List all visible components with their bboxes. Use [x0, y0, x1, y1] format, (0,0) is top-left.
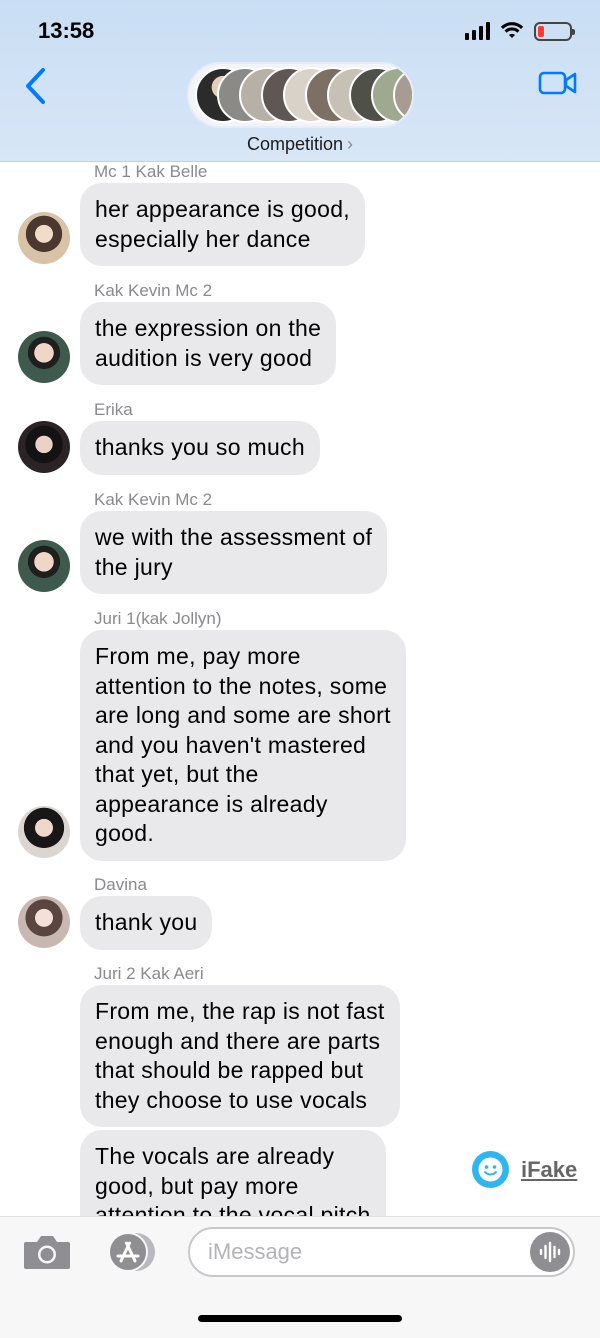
message-bubble[interactable]: From me, the rap is not fast enough and … [80, 985, 400, 1127]
group-name: Competition [246, 134, 344, 154]
avatar[interactable] [18, 806, 70, 858]
message-bubble[interactable]: we with the assessment of the jury [80, 511, 388, 594]
app-store-icon [108, 1232, 155, 1272]
ifake-logo-icon [472, 1151, 509, 1188]
chevron-left-icon [26, 68, 45, 104]
message-sender: Erika [94, 400, 133, 419]
app-store-button[interactable] [104, 1231, 158, 1273]
chevron-right-icon: › [347, 134, 354, 154]
message-sender: Kak Kevin Mc 2 [94, 281, 213, 300]
waveform-icon [539, 1241, 561, 1263]
message-bubble[interactable]: her appearance is good, especially her d… [80, 183, 365, 266]
message-bubble[interactable]: the expression on the audition is very g… [80, 302, 337, 385]
battery-icon [534, 21, 575, 41]
message-bubble[interactable]: thank you [80, 896, 213, 950]
compose-bar [0, 1216, 600, 1338]
message-input[interactable] [208, 1237, 528, 1267]
video-camera-icon [538, 71, 577, 95]
status-icons [465, 20, 575, 42]
avatar[interactable] [18, 540, 70, 592]
message-sender: Davina [94, 875, 147, 894]
camera-icon [24, 1236, 70, 1269]
home-indicator[interactable] [198, 1315, 402, 1322]
back-button[interactable] [20, 64, 50, 108]
voice-message-button[interactable] [530, 1232, 570, 1272]
camera-button[interactable] [22, 1233, 72, 1271]
status-time: 13:58 [38, 18, 95, 43]
message-bubble[interactable]: From me, pay more attention to the notes… [80, 630, 406, 861]
group-name-button[interactable]: Competition › [0, 134, 600, 155]
message-bubble[interactable]: The vocals are already good, but pay mor… [80, 1130, 386, 1216]
message-input-container [188, 1227, 575, 1277]
watermark-text: iFake [521, 1156, 578, 1182]
message-sender: Juri 2 Kak Aeri [94, 964, 204, 983]
ifake-watermark: iFake [472, 1151, 577, 1188]
avatar[interactable] [18, 212, 70, 264]
message-sender: Mc 1 Kak Belle [94, 162, 208, 181]
message-sender: Juri 1(kak Jollyn) [94, 609, 222, 628]
avatar[interactable] [18, 421, 70, 473]
avatar[interactable] [18, 896, 70, 948]
cellular-signal-icon [465, 22, 490, 40]
message-sender: Kak Kevin Mc 2 [94, 490, 213, 509]
conversation-header: 13:58 Competition › [0, 0, 600, 162]
video-call-button[interactable] [538, 68, 578, 98]
message-bubble[interactable]: thanks you so much [80, 421, 320, 475]
wifi-icon [500, 22, 524, 38]
message-list[interactable]: Mc 1 Kak Belle her appearance is good, e… [0, 162, 600, 1216]
group-avatars[interactable] [187, 62, 414, 128]
avatar[interactable] [18, 331, 70, 383]
